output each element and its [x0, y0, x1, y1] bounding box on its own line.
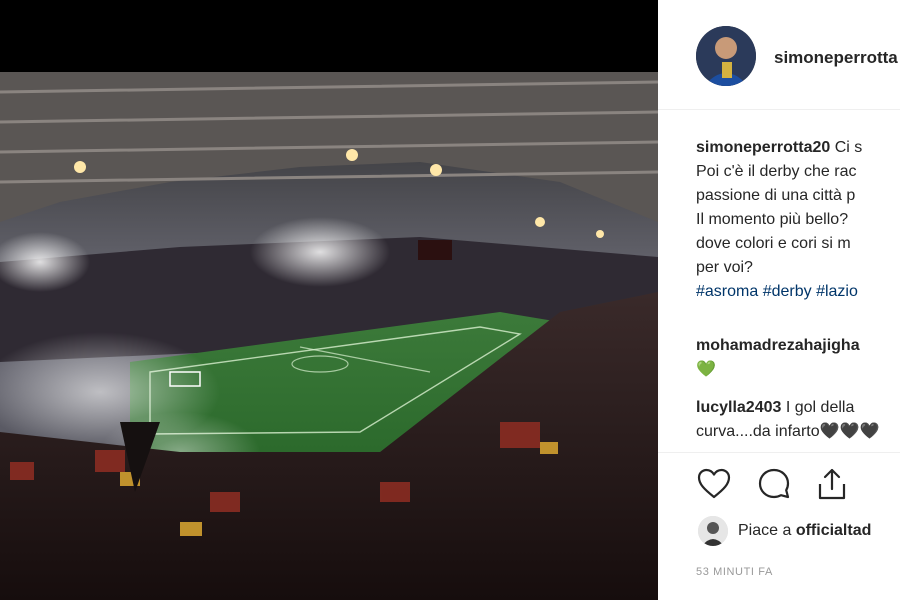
- header-username[interactable]: simoneperrotta: [774, 48, 898, 68]
- caption-line-1: Ci s: [834, 139, 863, 156]
- avatar[interactable]: [696, 26, 756, 86]
- caption-line-3: passione di una città p: [696, 187, 856, 204]
- caption-line-4: Il momento più bello?: [696, 211, 849, 228]
- stadium-photo[interactable]: [0, 72, 658, 600]
- post-sidebar: simoneperrotta simoneperrotta20 Ci s Poi…: [658, 0, 900, 600]
- comment: lucylla2403 I gol della curva....da infa…: [696, 396, 900, 444]
- comment-username[interactable]: mohamadrezahajigha: [696, 334, 900, 358]
- post-header: simoneperrotta: [658, 0, 900, 110]
- post-timestamp[interactable]: 53 MINUTI FA: [696, 566, 773, 578]
- comment: mohamadrezahajigha 💚: [696, 334, 900, 382]
- likes-user[interactable]: officialtad: [796, 522, 872, 539]
- comment-username[interactable]: lucylla2403: [696, 399, 781, 416]
- speech-bubble-icon[interactable]: [756, 466, 792, 502]
- likes-prefix: Piace a: [738, 522, 796, 539]
- comment-text-line-2: curva....da infarto🖤🖤🖤: [696, 423, 880, 440]
- likes-text: Piace a officialtad: [738, 522, 871, 540]
- caption-username[interactable]: simoneperrotta20: [696, 139, 830, 156]
- caption-line-6: per voi?: [696, 259, 753, 276]
- divider: [658, 452, 900, 453]
- share-icon[interactable]: [814, 466, 850, 502]
- caption-line-2: Poi c'è il derby che rac: [696, 163, 857, 180]
- liker-avatar[interactable]: [698, 516, 728, 546]
- comment-text: 💚: [696, 361, 716, 378]
- post-photo-panel: [0, 0, 658, 600]
- caption-hashtags[interactable]: #asroma #derby #lazio: [696, 280, 900, 304]
- post-caption: simoneperrotta20 Ci s Poi c'è il derby c…: [696, 136, 900, 304]
- heart-icon[interactable]: [696, 466, 732, 502]
- caption-line-5: dove colori e cori si m: [696, 235, 851, 252]
- comment-text: I gol della: [785, 399, 855, 416]
